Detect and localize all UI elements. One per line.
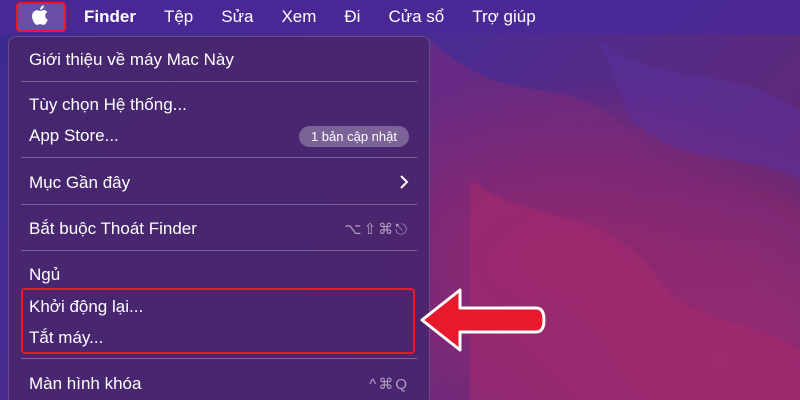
menu-item-system-preferences-label: Tùy chọn Hệ thống... [29, 95, 187, 114]
menu-item-lock-screen[interactable]: Màn hình khóa ^⌘Q [29, 371, 409, 397]
menu-separator [21, 250, 417, 251]
menu-item-sleep-label: Ngủ [29, 265, 61, 284]
menubar-item-go[interactable]: Đi [330, 0, 374, 34]
highlight-box [21, 288, 415, 354]
menu-separator [21, 204, 417, 205]
menu-item-app-store-label: App Store... [29, 126, 119, 145]
menu-item-recent-items[interactable]: Mục Gần đây [29, 170, 409, 196]
menubar-item-window[interactable]: Cửa sổ [374, 0, 458, 34]
menu-item-app-store[interactable]: App Store... 1 bản cập nhật [29, 123, 409, 149]
apple-logo-icon [31, 4, 51, 31]
menu-item-about-label: Giới thiệu về máy Mac Này [29, 50, 234, 69]
menu-item-about[interactable]: Giới thiệu về máy Mac Này [29, 47, 409, 73]
left-arrow-icon [420, 288, 546, 352]
menubar-item-view[interactable]: Xem [267, 0, 330, 34]
menubar-item-help[interactable]: Trợ giúp [458, 0, 549, 34]
desktop: Finder Tệp Sửa Xem Đi Cửa sổ Trợ giúp Gi… [0, 0, 800, 400]
lock-screen-shortcut: ^⌘Q [369, 376, 409, 393]
menu-bar: Finder Tệp Sửa Xem Đi Cửa sổ Trợ giúp [0, 0, 800, 34]
update-badge: 1 bản cập nhật [298, 125, 409, 147]
apple-menu-dropdown: Giới thiệu về máy Mac Này Tùy chọn Hệ th… [8, 36, 430, 400]
menubar-app-name[interactable]: Finder [66, 0, 150, 34]
menu-item-force-quit-label: Bắt buộc Thoát Finder [29, 219, 197, 238]
menu-item-system-preferences[interactable]: Tùy chọn Hệ thống... [29, 92, 409, 118]
menu-item-force-quit[interactable]: Bắt buộc Thoát Finder ⌥⇧⌘⎋ [29, 216, 409, 242]
force-quit-shortcut: ⌥⇧⌘⎋ [344, 221, 409, 238]
menubar-item-edit[interactable]: Sửa [207, 0, 267, 34]
chevron-right-icon [399, 173, 409, 194]
menu-item-lock-screen-label: Màn hình khóa [29, 374, 142, 393]
menubar-item-file[interactable]: Tệp [150, 0, 207, 34]
menu-separator [21, 157, 417, 158]
apple-menu-button[interactable] [16, 2, 66, 32]
menu-item-sleep[interactable]: Ngủ [29, 262, 409, 288]
menu-separator [21, 81, 417, 82]
menu-separator [21, 358, 417, 359]
menu-item-recent-items-label: Mục Gần đây [29, 173, 131, 192]
